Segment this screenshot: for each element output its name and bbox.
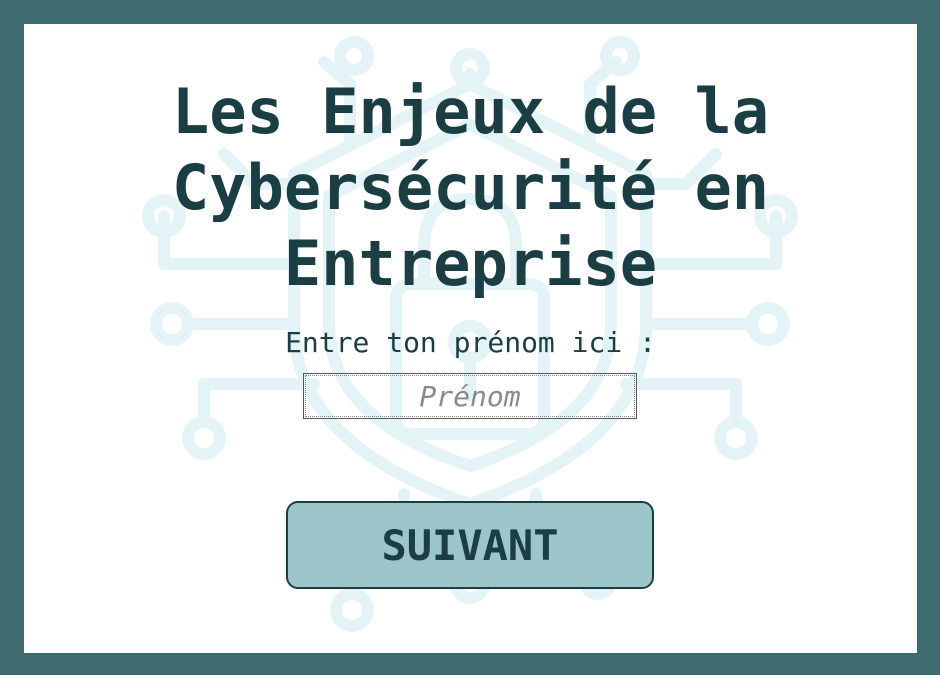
page-title: Les Enjeux de la Cybersécurité en Entrep… — [171, 75, 770, 300]
first-name-input[interactable] — [303, 373, 637, 419]
first-name-prompt-label: Entre ton prénom ici : — [285, 326, 656, 359]
content-card: Les Enjeux de la Cybersécurité en Entrep… — [24, 24, 917, 653]
next-button[interactable]: SUIVANT — [286, 501, 654, 589]
